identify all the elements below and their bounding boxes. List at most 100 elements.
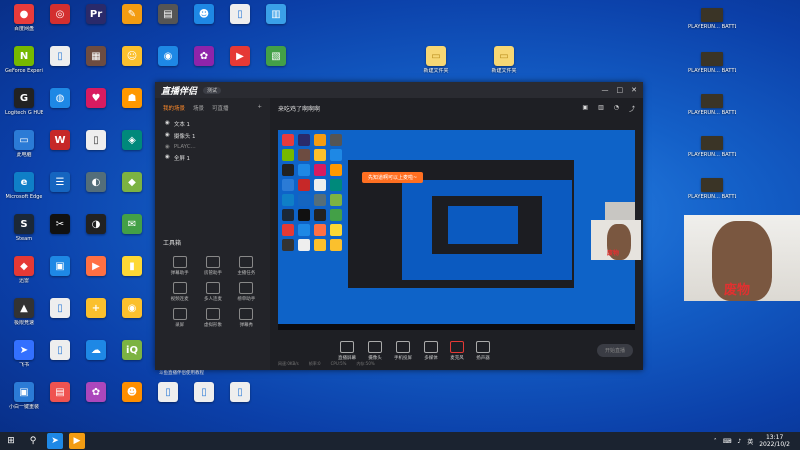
- desktop-icon[interactable]: ▣ 小白一键重装: [6, 382, 42, 410]
- desktop-icon[interactable]: ◉: [114, 298, 150, 318]
- network-icon[interactable]: ⌨: [723, 438, 732, 445]
- desktop-icon[interactable]: ◆ 迅雷: [6, 256, 42, 284]
- desktop-icon-pubg[interactable]: PLAYERUN... BATTLEGR...: [688, 94, 736, 116]
- desktop-icon[interactable]: G Logitech G HUB: [5, 88, 43, 116]
- desktop-icon-pubg[interactable]: PLAYERUN... BATTLEGR...: [688, 52, 736, 74]
- desktop-icon[interactable]: ▯: [222, 4, 258, 24]
- desktop-icon[interactable]: ◑: [78, 214, 114, 234]
- gift-icon[interactable]: ▣: [582, 104, 588, 113]
- desktop-icon[interactable]: ☁: [78, 340, 114, 360]
- add-scene-icon[interactable]: +: [257, 104, 262, 112]
- input-language[interactable]: 英: [747, 437, 753, 446]
- desktop-folder[interactable]: ▭ 新建文件夹: [418, 46, 454, 74]
- windows-start-icon[interactable]: ⊞: [3, 433, 19, 449]
- desktop-icon[interactable]: ☻: [114, 382, 150, 402]
- desktop-icon[interactable]: ◈: [114, 130, 150, 150]
- desktop-icon[interactable]: NGeForce Experience: [5, 46, 43, 74]
- volume-icon[interactable]: ♪: [737, 438, 741, 445]
- source-item[interactable]: ◉ 文本 1: [155, 118, 270, 130]
- desktop-icon[interactable]: ✉: [114, 214, 150, 234]
- desktop-icon[interactable]: ◎: [42, 4, 78, 24]
- desktop-icon[interactable]: ▣: [42, 256, 78, 276]
- desktop-icon[interactable]: ▯: [78, 130, 114, 150]
- minimize-icon[interactable]: —: [602, 86, 609, 94]
- close-icon[interactable]: ✕: [631, 86, 637, 94]
- desktop-icon[interactable]: ▯: [222, 382, 258, 402]
- tutorial-link[interactable]: 斗鱼直播伴侣使用教程: [159, 370, 204, 376]
- desktop-icon[interactable]: ♥: [78, 88, 114, 108]
- camera-button[interactable]: 摄像头: [368, 341, 382, 361]
- start-live-button[interactable]: 开始直播: [596, 344, 633, 357]
- desktop-icon[interactable]: ▯: [42, 46, 78, 66]
- desktop-icon-pubg[interactable]: PLAYERUN... BATTLEGR...: [688, 8, 736, 30]
- media-button[interactable]: 多媒体: [424, 341, 438, 361]
- tool-item[interactable]: 弹幕助手: [163, 256, 196, 276]
- desktop-icon[interactable]: ▧: [258, 46, 294, 66]
- tool-item[interactable]: 主播任务: [230, 256, 263, 276]
- desktop-folder[interactable]: ▭ 新建文件夹: [486, 46, 522, 74]
- microphone-button[interactable]: 麦克风: [450, 341, 464, 361]
- screen-capture-button[interactable]: 直播屏幕: [338, 341, 356, 361]
- tool-item[interactable]: 视频连麦: [163, 282, 196, 302]
- tab-scene[interactable]: 场景: [193, 104, 204, 112]
- desktop-icon[interactable]: +: [78, 298, 114, 318]
- desktop-icon[interactable]: ▤: [150, 4, 186, 24]
- desktop-icon[interactable]: ✂: [42, 214, 78, 234]
- desktop-icon-pubg[interactable]: PLAYERUN... BATTLEGR...: [688, 178, 736, 200]
- desktop-icon[interactable]: ▤: [42, 382, 78, 402]
- phone-cast-button[interactable]: 手机投屏: [394, 341, 412, 361]
- desktop-icon[interactable]: Pr: [78, 4, 114, 24]
- eye-icon[interactable]: ◉: [165, 144, 170, 150]
- bell-icon[interactable]: ◔: [614, 104, 619, 113]
- desktop-icon[interactable]: ▮: [114, 256, 150, 276]
- desktop-icon[interactable]: ◉: [150, 46, 186, 66]
- desktop-icon-pubg[interactable]: PLAYERUN... BATTLEGR...: [688, 136, 736, 158]
- feishu-taskbar-icon[interactable]: ➤: [47, 433, 63, 449]
- source-item[interactable]: ◉ 摄像头 1: [155, 130, 270, 142]
- desktop-icon[interactable]: ▶: [78, 256, 114, 276]
- desktop-icon[interactable]: ▭ 此电脑: [6, 130, 42, 158]
- desktop-icon[interactable]: e Microsoft Edge: [6, 172, 42, 200]
- eye-icon[interactable]: ◉: [165, 120, 170, 128]
- desktop-icon[interactable]: ☺: [114, 46, 150, 66]
- desktop-icon[interactable]: ☻: [186, 4, 222, 24]
- desktop-icon[interactable]: ▯: [42, 340, 78, 360]
- desktop-icon[interactable]: iQ: [114, 340, 150, 360]
- share-icon[interactable]: ⤴: [629, 104, 635, 113]
- tab-live[interactable]: 可直播: [212, 104, 229, 112]
- camera-window[interactable]: 废物: [684, 215, 800, 301]
- eye-icon[interactable]: ◉: [165, 154, 170, 162]
- desktop-icon[interactable]: ◆: [114, 172, 150, 192]
- desktop-icon[interactable]: ▶: [222, 46, 258, 66]
- tool-item[interactable]: 房管助手: [196, 256, 229, 276]
- desktop-icon[interactable]: ☰: [42, 172, 78, 192]
- tool-item[interactable]: 弹幕秀: [230, 308, 263, 328]
- tab-my-scene[interactable]: 我的场景: [163, 104, 185, 112]
- desktop-icon[interactable]: ▲ 极限竞速: [6, 298, 42, 326]
- search-icon[interactable]: ⚲: [25, 433, 41, 449]
- clock[interactable]: 13:17 2022/10/2: [759, 434, 790, 448]
- tool-item[interactable]: 多人连麦: [196, 282, 229, 302]
- desktop-icon[interactable]: ✿: [78, 382, 114, 402]
- desktop-icon[interactable]: ▯: [186, 382, 222, 402]
- speaker-button[interactable]: 扬声器: [476, 341, 490, 361]
- source-item[interactable]: ◉ 全屏 1: [155, 152, 270, 164]
- source-item[interactable]: ◉ PLAYC...: [155, 142, 270, 152]
- desktop-icon[interactable]: ✿: [186, 46, 222, 66]
- desktop-icon[interactable]: ▯: [42, 298, 78, 318]
- eye-icon[interactable]: ◉: [165, 132, 170, 140]
- tool-item[interactable]: 虚拟形象: [196, 308, 229, 328]
- live-app-taskbar-icon[interactable]: ▶: [69, 433, 85, 449]
- desktop-icon[interactable]: W: [42, 130, 78, 150]
- tool-item[interactable]: 录屏: [163, 308, 196, 328]
- desktop-icon[interactable]: ☗: [114, 88, 150, 108]
- desktop-icon[interactable]: S Steam: [6, 214, 42, 242]
- chart-icon[interactable]: ▥: [598, 104, 604, 113]
- camera-window-small[interactable]: 废物: [591, 220, 641, 260]
- desktop-icon[interactable]: ➤ 飞书: [6, 340, 42, 368]
- desktop-icon[interactable]: ▯: [150, 382, 186, 402]
- desktop-icon[interactable]: ◍: [42, 88, 78, 108]
- tool-item[interactable]: 榜单助手: [230, 282, 263, 302]
- maximize-icon[interactable]: □: [617, 86, 624, 94]
- desktop-icon[interactable]: ● 百度网盘: [6, 4, 42, 32]
